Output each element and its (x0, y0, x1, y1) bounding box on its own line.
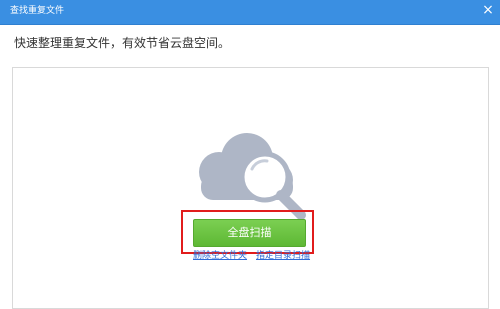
description-text: 快速整理重复文件，有效节省云盘空间。 (14, 36, 231, 50)
window-title: 查找重复文件 (10, 6, 65, 16)
window-titlebar: 查找重复文件 × (0, 0, 500, 25)
cloud-magnifier-icon (199, 133, 306, 220)
close-icon[interactable]: × (478, 0, 498, 20)
scan-specific-directory-link[interactable]: 指定目录扫描 (256, 250, 310, 262)
delete-empty-folders-link[interactable]: 删除空文件夹 (193, 250, 247, 262)
full-scan-button[interactable]: 全盘扫描 (193, 219, 306, 247)
